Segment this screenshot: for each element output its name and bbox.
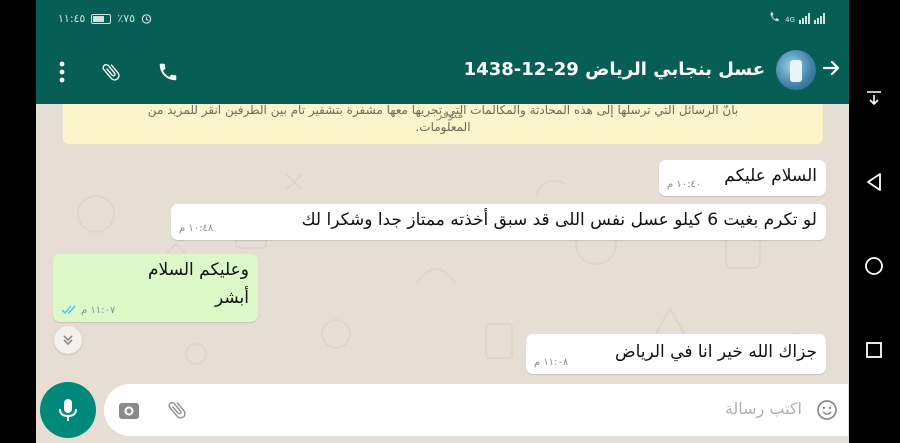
message-time: ١٠:٤٠ م — [667, 179, 702, 190]
message-text-line-1: وعليكم السلام — [148, 260, 249, 280]
square-recents-icon — [866, 342, 882, 358]
emoji-icon — [817, 400, 837, 420]
voice-record-button[interactable] — [40, 382, 96, 438]
message-placeholder: اكتب رسالة — [724, 399, 802, 418]
message-time: ١٠:٤٨ م — [179, 223, 214, 234]
camera-icon — [119, 403, 139, 419]
recents-nav-button[interactable] — [862, 338, 886, 362]
message-outgoing[interactable]: وعليكم السلام أبشر ١١:٠٧ م — [53, 254, 258, 322]
status-left: ١١:٤٥ ٪٧٥ — [58, 12, 152, 25]
attach-file-button[interactable] — [164, 397, 190, 423]
call-button[interactable] — [155, 59, 181, 85]
back-button[interactable] — [819, 58, 843, 84]
read-receipt-icon — [61, 305, 76, 315]
battery-icon — [91, 13, 112, 24]
clock: ١١:٤٥ — [58, 12, 86, 25]
paperclip-icon — [168, 402, 186, 419]
paperclip-icon — [102, 64, 120, 81]
emoji-button[interactable] — [814, 397, 840, 423]
status-right: 4G — [768, 11, 825, 24]
notification-pull-button[interactable] — [862, 86, 886, 110]
chat-header: عسل بنجابي الرياض 29-12-1438 — [36, 38, 849, 104]
message-text: السلام عليكم — [724, 166, 817, 186]
contact-name[interactable]: عسل بنجابي الرياض 29-12-1438 — [464, 59, 765, 80]
back-nav-button[interactable] — [862, 170, 886, 194]
message-incoming[interactable]: لو تكرم بغيت 6 كيلو عسل نفس اللى قد سبق … — [171, 204, 826, 240]
chat-area[interactable]: بأنّ الرسائل التي ترسلها إلى هذه المحادث… — [36, 104, 849, 378]
arrow-forward-icon — [822, 60, 840, 76]
menu-button[interactable] — [49, 59, 75, 85]
triangle-back-icon — [867, 173, 881, 191]
more-vertical-icon — [59, 61, 65, 83]
home-nav-button[interactable] — [862, 254, 886, 278]
camera-button[interactable] — [116, 397, 142, 423]
message-time: ١١:٠٧ م — [81, 305, 116, 316]
alarm-icon — [141, 14, 152, 24]
message-time: ١١:٠٨ م — [534, 357, 569, 368]
phone-icon — [159, 63, 177, 81]
message-incoming[interactable]: السلام عليكم ١٠:٤٠ م — [659, 160, 826, 196]
double-chevron-down-icon — [63, 335, 73, 346]
battery-level: ٪٧٥ — [117, 12, 136, 25]
message-incoming[interactable]: جزاك الله خير انا في الرياض ١١:٠٨ م — [526, 334, 826, 374]
circle-home-icon — [865, 257, 883, 275]
system-nav-bar — [849, 0, 900, 443]
attach-button[interactable] — [98, 59, 124, 85]
message-text-line-2: أبشر — [215, 288, 249, 308]
scroll-down-button[interactable] — [54, 326, 82, 354]
mic-icon — [59, 399, 77, 421]
signal-icon-2 — [814, 13, 825, 24]
status-bar: ١١:٤٥ ٪٧٥ 4G — [36, 0, 849, 38]
message-text: لو تكرم بغيت 6 كيلو عسل نفس اللى قد سبق … — [301, 210, 817, 230]
encryption-banner[interactable]: بأنّ الرسائل التي ترسلها إلى هذه المحادث… — [63, 104, 823, 144]
phone-screen: ١١:٤٥ ٪٧٥ 4G عسل بنجابي الرياض 29-12-143… — [36, 0, 849, 443]
composer: اكتب رسالة — [36, 378, 849, 443]
message-input[interactable]: اكتب رسالة — [104, 384, 848, 436]
contact-status: متوفر — [437, 108, 464, 121]
signal-icon — [799, 13, 810, 24]
wifi-call-icon — [770, 11, 780, 22]
network-type: 4G — [785, 16, 795, 24]
message-text: جزاك الله خير انا في الرياض — [615, 342, 817, 362]
pull-down-icon — [867, 91, 881, 106]
contact-avatar[interactable] — [776, 50, 816, 90]
